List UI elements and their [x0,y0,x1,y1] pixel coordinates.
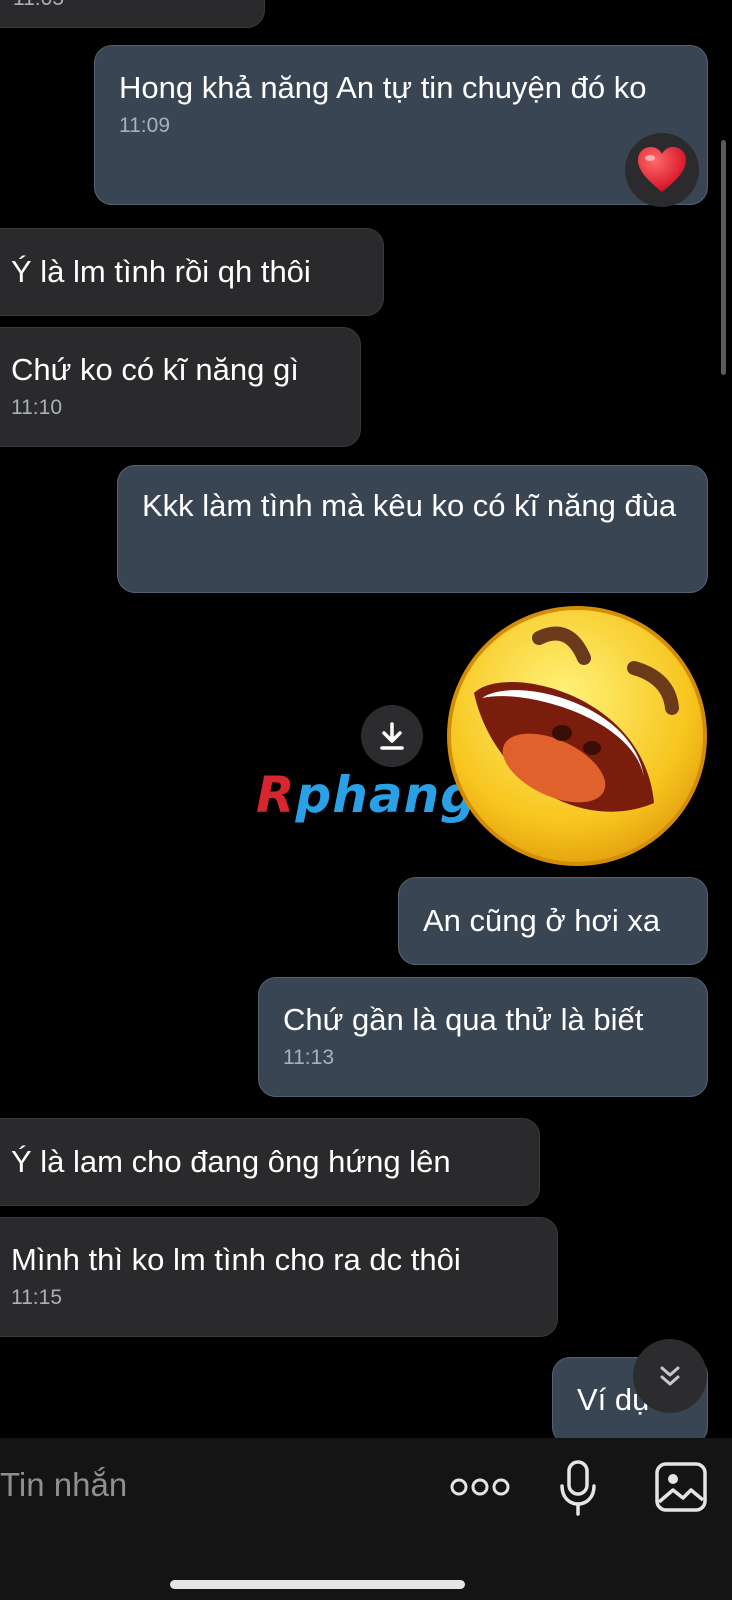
message-bubble-incoming[interactable]: Ý là lm tình rồi qh thôi [0,228,384,316]
message-time: 11:15 [11,1286,62,1309]
message-time: 11:10 [11,396,62,419]
more-icon[interactable] [450,1472,510,1502]
heart-reaction-icon[interactable] [625,133,699,207]
image-icon[interactable] [655,1462,707,1512]
home-indicator[interactable] [170,1580,465,1589]
microphone-icon[interactable] [558,1460,598,1516]
message-text: Ý là lam cho đang ông hứng lên [11,1144,451,1179]
message-time: 11:09 [119,114,170,137]
watermark-letter: R [256,766,296,824]
laughing-emoji-sticker[interactable] [444,603,710,869]
message-text: Ý là lm tình rồi qh thôi [11,254,311,289]
message-input-placeholder: Tin nhắn [0,1466,128,1503]
message-bubble-incoming[interactable]: Chứ ko có kĩ năng gì 11:10 [0,327,361,447]
message-input[interactable]: Tin nhắn [0,1466,127,1504]
message-text: Chứ ko có kĩ năng gì [11,352,299,387]
message-text: Hong khả năng An tự tin chuyện đó ko [119,70,647,105]
message-text: Mình thì ko lm tình cho ra dc thôi [11,1242,461,1277]
message-bubble-partial[interactable]: 11:05 [0,0,265,28]
message-bubble-outgoing[interactable]: Kkk làm tình mà kêu ko có kĩ năng đùa [117,465,708,593]
scroll-down-icon[interactable] [633,1339,707,1413]
message-bubble-outgoing[interactable]: Chứ gần là qua thử là biết 11:13 [258,977,708,1097]
message-bubble-incoming[interactable]: Ý là lam cho đang ông hứng lên [0,1118,540,1206]
message-bubble-outgoing[interactable]: An cũng ở hơi xa [398,877,708,965]
message-text: An cũng ở hơi xa [423,903,661,938]
scrollbar[interactable] [721,140,726,375]
message-text: Kkk làm tình mà kêu ko có kĩ năng đùa [142,488,677,523]
message-bubble-outgoing[interactable]: Hong khả năng An tự tin chuyện đó ko 11:… [94,45,708,205]
message-text: Chứ gần là qua thử là biết [283,1002,644,1037]
message-bubble-incoming[interactable]: Mình thì ko lm tình cho ra dc thôi 11:15 [0,1217,558,1337]
download-icon[interactable] [361,705,423,767]
message-time: 11:05 [13,0,64,11]
message-time: 11:13 [283,1046,334,1069]
message-composer: Tin nhắn [0,1438,732,1600]
